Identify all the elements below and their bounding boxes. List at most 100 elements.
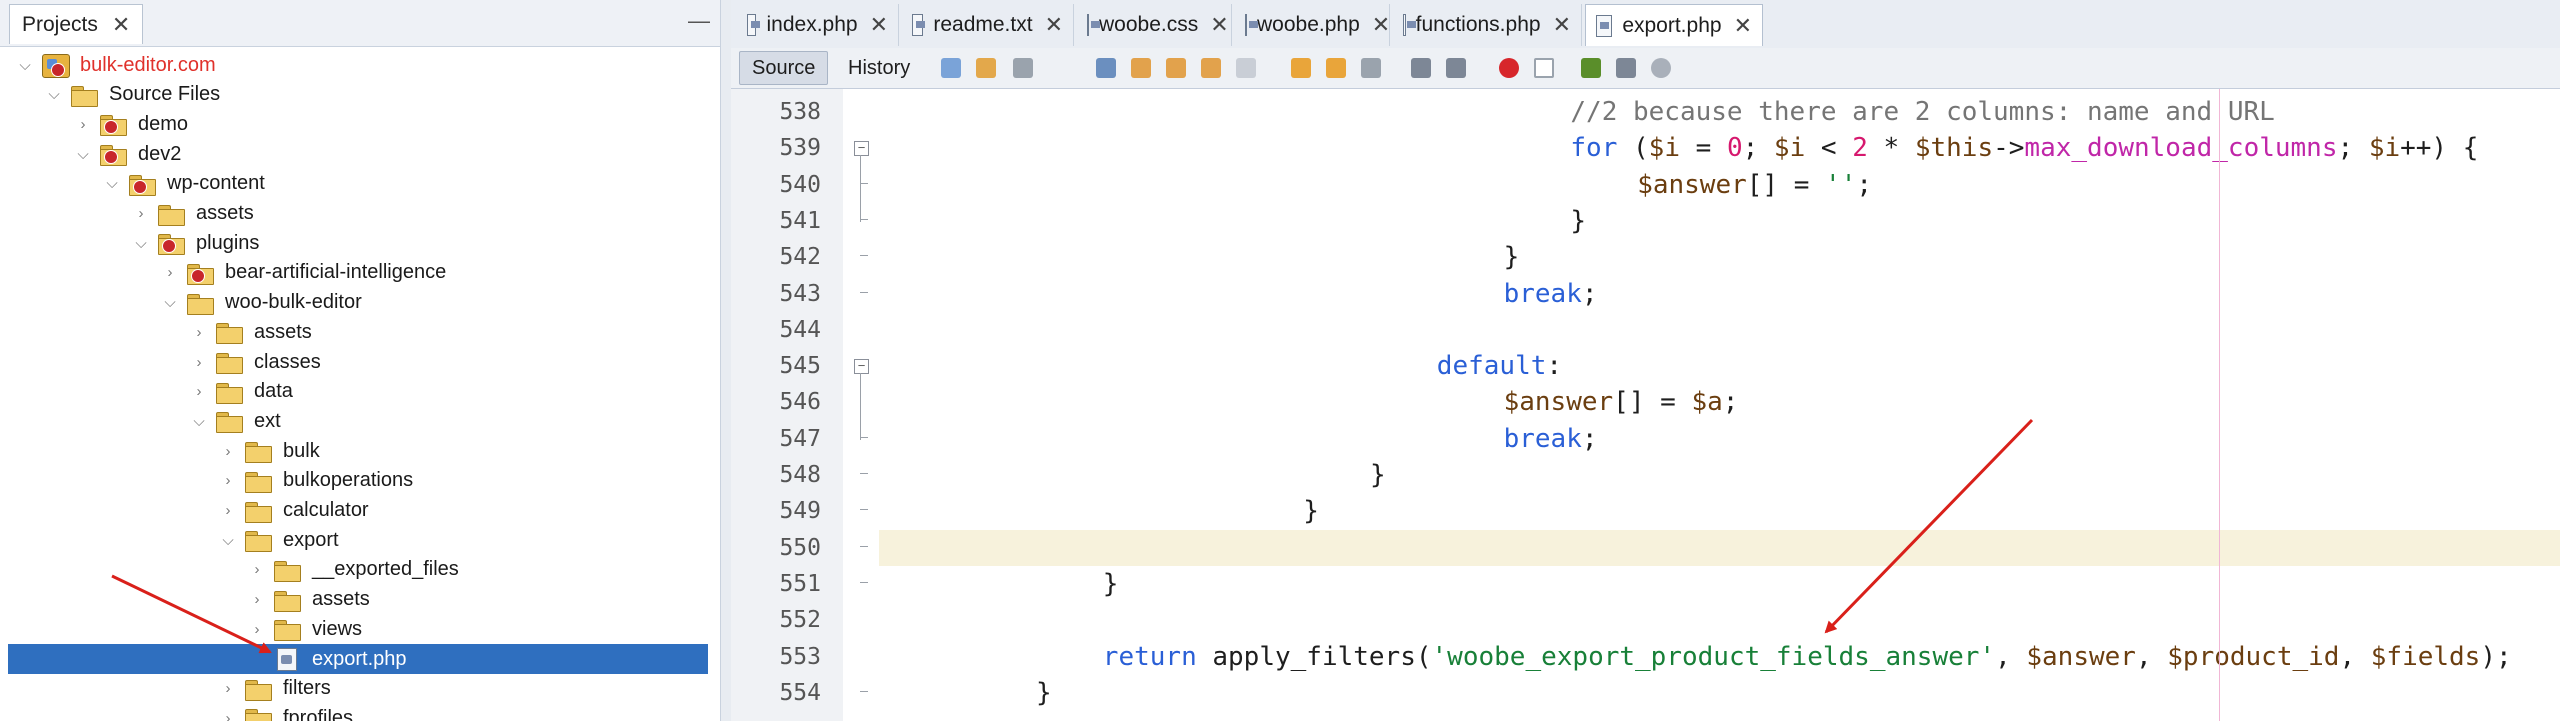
history-dropdown-icon[interactable] [1013, 58, 1033, 78]
back-icon[interactable] [941, 58, 961, 78]
shift-right-icon[interactable] [1446, 58, 1466, 78]
editor-tab[interactable]: functions.php ✕ [1393, 4, 1582, 46]
stop-macro-icon[interactable] [1534, 58, 1554, 78]
chevron-down-icon[interactable]: ⌵ [103, 175, 121, 192]
chevron-down-icon[interactable]: ⌵ [161, 294, 179, 311]
code-token: //2 because there are 2 columns: name an… [1570, 97, 2275, 127]
projects-panel: Projects ✕ — ⌵ bulk-editor.com ⌵ Source Fil… [0, 0, 720, 721]
chevron-right-icon[interactable]: › [248, 561, 266, 578]
chevron-right-icon[interactable]: › [219, 443, 237, 460]
close-icon[interactable]: ✕ [112, 12, 130, 38]
tree-item[interactable]: › assets [8, 317, 708, 347]
chevron-right-icon[interactable]: › [219, 472, 237, 489]
chevron-right-icon[interactable]: › [219, 502, 237, 519]
fold-margin[interactable]: − − [843, 89, 879, 721]
code-token: max_download_columns [2024, 133, 2338, 164]
current-line-highlight [879, 529, 2560, 566]
fold-toggle-icon[interactable]: − [854, 141, 869, 157]
fold-end-mark [860, 509, 868, 516]
chevron-down-icon[interactable]: ⌵ [132, 235, 150, 252]
tree-item[interactable]: › demo [8, 109, 708, 139]
editor-tab-label: functions.php [1415, 13, 1541, 36]
comment-icon[interactable] [1581, 58, 1601, 78]
close-tab-icon[interactable]: ✕ [1553, 12, 1571, 38]
tree-item[interactable]: › bear-artificial-intelligence [8, 258, 708, 288]
chevron-right-icon[interactable]: › [219, 680, 237, 697]
previous-bookmark-icon[interactable] [1291, 58, 1311, 78]
projects-tab[interactable]: Projects ✕ [9, 4, 144, 44]
tree-item[interactable]: › bulkoperations [8, 466, 708, 496]
find-previous-icon[interactable] [1131, 58, 1151, 78]
tree-item[interactable]: › assets [8, 585, 708, 615]
tree-item-label: assets [254, 320, 312, 343]
forward-icon[interactable] [976, 58, 996, 78]
fold-toggle-icon[interactable]: − [854, 359, 869, 375]
tree-item-label: __exported_files [312, 558, 459, 581]
tree-item-label: export.php [312, 647, 407, 670]
chevron-down-icon[interactable]: ⌵ [219, 532, 237, 549]
tree-item[interactable]: › data [8, 377, 708, 407]
close-tab-icon[interactable]: ✕ [1045, 12, 1063, 38]
chevron-right-icon[interactable]: › [74, 116, 92, 133]
tree-item[interactable]: ⌵ export [8, 525, 708, 555]
right-margin-line [2219, 89, 2220, 721]
chevron-down-icon[interactable]: ⌵ [45, 86, 63, 103]
code-token: ; [2337, 133, 2369, 164]
close-tab-icon[interactable]: ✕ [1734, 13, 1752, 39]
close-tab-icon[interactable]: ✕ [870, 12, 888, 38]
tree-item[interactable]: ⌵ plugins [8, 228, 708, 258]
tree-item[interactable]: ⌵ wp-content [8, 169, 708, 199]
chevron-right-icon[interactable]: › [132, 205, 150, 222]
code-area[interactable]: //2 because there are 2 columns: name an… [879, 89, 2560, 721]
uncomment-icon[interactable] [1616, 58, 1636, 78]
toggle-bookmark-icon[interactable] [1361, 58, 1381, 78]
chevron-right-icon[interactable]: › [248, 591, 266, 608]
chevron-right-icon[interactable]: › [248, 621, 266, 638]
find-selection-icon[interactable] [1201, 58, 1221, 78]
chevron-right-icon[interactable]: › [219, 710, 237, 721]
code-token: ; [1856, 169, 1873, 200]
tree-item[interactable]: › __exported_files [8, 555, 708, 585]
tree-item[interactable]: › filters [8, 674, 708, 704]
chevron-right-icon[interactable]: › [190, 383, 208, 400]
history-tab-button[interactable]: History [836, 51, 922, 85]
chevron-right-icon[interactable]: › [190, 324, 208, 341]
tree-item[interactable]: › assets [8, 199, 708, 229]
editor-tab[interactable]: woobe.css ✕ [1077, 4, 1232, 46]
chevron-down-icon[interactable]: ⌵ [74, 146, 92, 163]
tree-item[interactable]: › fprofiles [8, 703, 708, 721]
chevron-right-icon[interactable]: › [190, 354, 208, 371]
chevron-right-icon[interactable]: › [161, 264, 179, 281]
editor-tab[interactable]: export.php ✕ [1585, 4, 1763, 46]
database-icon[interactable] [1651, 58, 1671, 78]
tree-item[interactable]: ⌵ woo-bulk-editor [8, 288, 708, 318]
code-line: default: [1437, 348, 1562, 384]
tree-item[interactable]: ⌵ Source Files [8, 80, 708, 110]
find-next-icon[interactable] [1166, 58, 1186, 78]
tree-item[interactable]: › classes [8, 347, 708, 377]
find-icon[interactable] [1096, 58, 1116, 78]
start-macro-icon[interactable] [1499, 58, 1519, 78]
tree-item[interactable]: › calculator [8, 496, 708, 526]
editor-tab[interactable]: index.php ✕ [737, 4, 899, 46]
code-token: $i [1773, 133, 1806, 164]
editor-tab[interactable]: readme.txt ✕ [902, 4, 1074, 46]
tree-item[interactable]: › bulk [8, 436, 708, 466]
code-line: } [1570, 203, 1586, 239]
tree-item-selected[interactable]: export.php [8, 644, 708, 674]
tree-item[interactable]: › views [8, 614, 708, 644]
close-tab-icon[interactable]: ✕ [1372, 12, 1390, 38]
chevron-down-icon[interactable]: ⌵ [16, 57, 34, 74]
minimize-icon[interactable]: — [688, 8, 710, 34]
toggle-highlight-icon[interactable] [1236, 58, 1256, 78]
close-tab-icon[interactable]: ✕ [1210, 12, 1228, 38]
shift-left-icon[interactable] [1411, 58, 1431, 78]
tree-item[interactable]: ⌵ ext [8, 406, 708, 436]
chevron-down-icon[interactable]: ⌵ [190, 413, 208, 430]
tree-item[interactable]: ⌵ bulk-editor.com [8, 50, 708, 80]
code-token: , [2339, 641, 2371, 672]
editor-tab[interactable]: woobe.php ✕ [1235, 4, 1390, 46]
tree-item[interactable]: ⌵ dev2 [8, 139, 708, 169]
next-bookmark-icon[interactable] [1326, 58, 1346, 78]
source-tab-button[interactable]: Source [739, 51, 829, 85]
